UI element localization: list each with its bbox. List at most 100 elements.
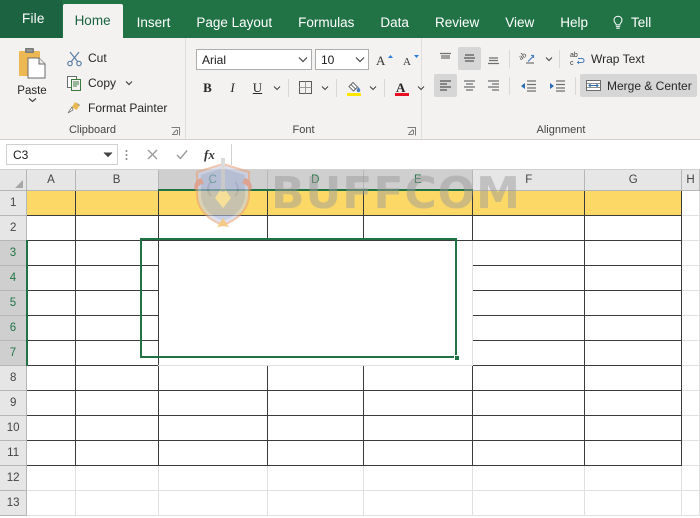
font-size-combo[interactable]: 10 — [315, 49, 369, 70]
cell-h12[interactable] — [682, 466, 700, 491]
decrease-font-size-button[interactable]: A — [398, 48, 421, 71]
cell-g3[interactable] — [585, 241, 682, 266]
underline-button[interactable]: U — [246, 76, 269, 99]
row-header-6[interactable]: 6 — [0, 316, 27, 341]
cell-b5[interactable] — [75, 291, 158, 316]
align-bottom-button[interactable] — [482, 47, 505, 70]
cell-f7[interactable] — [473, 341, 585, 366]
cell-b13[interactable] — [75, 491, 158, 516]
font-color-button[interactable]: A — [390, 76, 413, 99]
font-name-combo[interactable]: Arial — [196, 49, 312, 70]
cell-a1[interactable] — [27, 190, 75, 216]
cell-f1[interactable] — [473, 190, 585, 216]
cell-c2[interactable] — [158, 216, 267, 241]
align-top-button[interactable] — [434, 47, 457, 70]
cell-b9[interactable] — [75, 391, 158, 416]
cell-g13[interactable] — [585, 491, 682, 516]
copy-button[interactable]: Copy — [62, 72, 171, 94]
cell-h11[interactable] — [682, 441, 700, 466]
row-header-10[interactable]: 10 — [0, 416, 27, 441]
tab-view[interactable]: View — [493, 8, 546, 38]
cell-f8[interactable] — [473, 366, 585, 391]
cell-e13[interactable] — [363, 491, 472, 516]
cell-c8[interactable] — [158, 366, 267, 391]
increase-font-size-button[interactable]: A — [372, 48, 395, 71]
merged-cell-c3-e7[interactable] — [158, 241, 473, 366]
row-header-9[interactable]: 9 — [0, 391, 27, 416]
cell-a2[interactable] — [27, 216, 75, 241]
cell-e10[interactable] — [363, 416, 472, 441]
column-header-d[interactable]: D — [267, 170, 363, 190]
cell-a8[interactable] — [27, 366, 75, 391]
cell-d10[interactable] — [267, 416, 363, 441]
cell-f10[interactable] — [473, 416, 585, 441]
paste-button[interactable]: Paste — [6, 43, 58, 103]
cell-c10[interactable] — [158, 416, 267, 441]
row-header-8[interactable]: 8 — [0, 366, 27, 391]
cell-d9[interactable] — [267, 391, 363, 416]
cell-g11[interactable] — [585, 441, 682, 466]
row-header-1[interactable]: 1 — [0, 190, 27, 216]
cell-e12[interactable] — [363, 466, 472, 491]
cell-d8[interactable] — [267, 366, 363, 391]
cell-b8[interactable] — [75, 366, 158, 391]
cell-g9[interactable] — [585, 391, 682, 416]
cell-c13[interactable] — [158, 491, 267, 516]
fill-handle[interactable] — [454, 355, 460, 361]
font-dialog-launcher[interactable] — [407, 127, 416, 136]
row-header-12[interactable]: 12 — [0, 466, 27, 491]
cell-a9[interactable] — [27, 391, 75, 416]
cell-d12[interactable] — [267, 466, 363, 491]
cell-g7[interactable] — [585, 341, 682, 366]
orientation-button[interactable]: ab — [514, 47, 542, 70]
select-all-corner[interactable] — [0, 170, 27, 190]
cell-b7[interactable] — [75, 341, 158, 366]
cell-h10[interactable] — [682, 416, 700, 441]
cell-f12[interactable] — [473, 466, 585, 491]
cell-a6[interactable] — [27, 316, 75, 341]
column-header-e[interactable]: E — [363, 170, 472, 190]
cell-d11[interactable] — [267, 441, 363, 466]
cell-f11[interactable] — [473, 441, 585, 466]
column-header-c[interactable]: C — [158, 170, 267, 190]
cell-f5[interactable] — [473, 291, 585, 316]
orientation-dropdown[interactable] — [543, 47, 555, 70]
align-center-button[interactable] — [458, 74, 481, 97]
cell-c12[interactable] — [158, 466, 267, 491]
cell-f9[interactable] — [473, 391, 585, 416]
cell-f13[interactable] — [473, 491, 585, 516]
cell-e1[interactable] — [363, 190, 472, 216]
cell-e2[interactable] — [363, 216, 472, 241]
cell-c11[interactable] — [158, 441, 267, 466]
align-left-button[interactable] — [434, 74, 457, 97]
cell-e11[interactable] — [363, 441, 472, 466]
cell-a11[interactable] — [27, 441, 75, 466]
cell-h1[interactable] — [682, 190, 700, 216]
insert-function-button[interactable]: fx — [196, 144, 225, 166]
column-header-f[interactable]: F — [473, 170, 585, 190]
cell-c9[interactable] — [158, 391, 267, 416]
spreadsheet-grid[interactable]: A B C D E F G H 1 — [0, 170, 700, 518]
cell-a12[interactable] — [27, 466, 75, 491]
row-header-7[interactable]: 7 — [0, 341, 27, 366]
format-painter-button[interactable]: Format Painter — [62, 97, 171, 119]
underline-dropdown[interactable] — [271, 76, 283, 99]
cell-g2[interactable] — [585, 216, 682, 241]
cell-b4[interactable] — [75, 266, 158, 291]
cell-a7[interactable] — [27, 341, 75, 366]
chevron-down-icon[interactable] — [125, 80, 133, 86]
confirm-entry-button[interactable] — [167, 144, 196, 166]
cell-e8[interactable] — [363, 366, 472, 391]
tab-formulas[interactable]: Formulas — [286, 8, 366, 38]
column-header-h[interactable]: H — [682, 170, 700, 190]
cell-g8[interactable] — [585, 366, 682, 391]
cell-a4[interactable] — [27, 266, 75, 291]
row-header-3[interactable]: 3 — [0, 241, 27, 266]
cell-a5[interactable] — [27, 291, 75, 316]
wrap-text-button[interactable]: ab c Wrap Text — [564, 47, 650, 70]
column-header-g[interactable]: G — [585, 170, 682, 190]
cell-c1[interactable] — [158, 190, 267, 216]
align-middle-button[interactable] — [458, 47, 481, 70]
cell-h8[interactable] — [682, 366, 700, 391]
borders-dropdown[interactable] — [319, 76, 331, 99]
